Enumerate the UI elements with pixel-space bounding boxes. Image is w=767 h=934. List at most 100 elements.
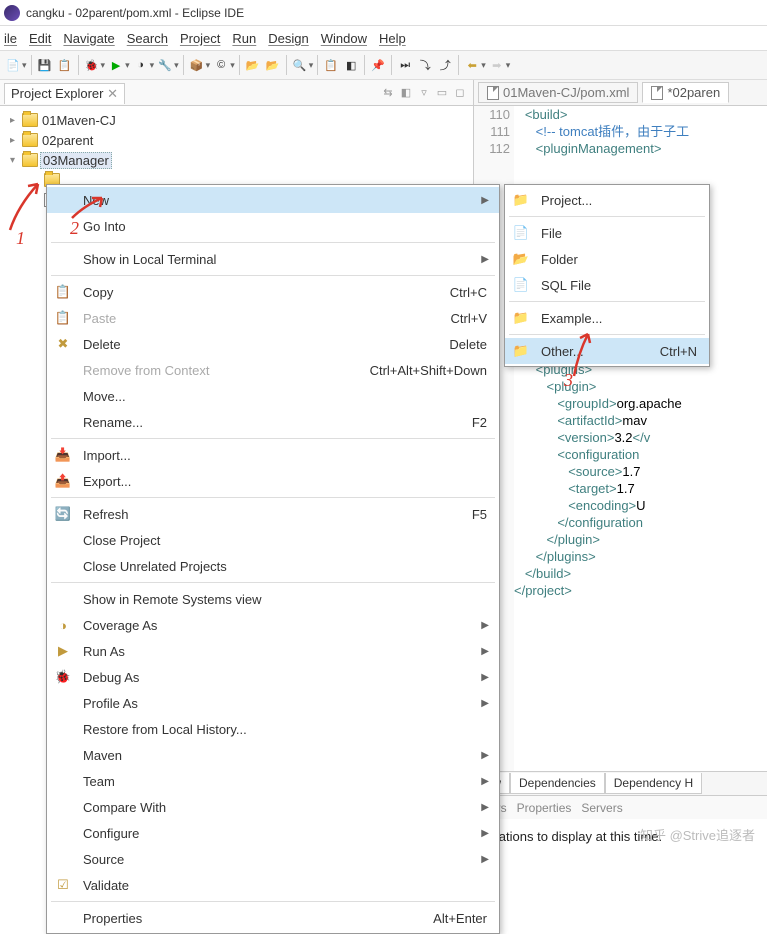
maximize-icon[interactable]: ◻ [451,84,469,102]
pin-icon[interactable]: 📌 [369,56,387,74]
save-icon[interactable]: 💾 [36,56,54,74]
menu-edit[interactable]: Edit [29,31,51,46]
new-button[interactable]: 📄 [4,56,22,74]
tree-item[interactable]: ▾ 03Manager [0,150,473,170]
menu-navigate[interactable]: Navigate [63,31,114,46]
menu-item-export-[interactable]: 📤Export... [47,468,499,494]
open-type-icon[interactable]: 📂 [244,56,262,74]
menu-item-properties[interactable]: PropertiesAlt+Enter [47,905,499,931]
menu-item-project-[interactable]: 📁Project... [505,187,709,213]
menu-item-go-into[interactable]: Go Into [47,213,499,239]
menu-item-configure[interactable]: Configure▶ [47,820,499,846]
menu-item-file[interactable]: 📄File [505,220,709,246]
menu-item-show-in-remote-systems-view[interactable]: Show in Remote Systems view [47,586,499,612]
menu-item-show-in-local-terminal[interactable]: Show in Local Terminal▶ [47,246,499,272]
menu-item-source[interactable]: Source▶ [47,846,499,872]
menu-item-close-unrelated-projects[interactable]: Close Unrelated Projects [47,553,499,579]
menu-item-profile-as[interactable]: Profile As▶ [47,690,499,716]
editor-bottom-tabs: iew Dependencies Dependency H [474,771,767,795]
menu-item-debug-as[interactable]: 🐞Debug As▶ [47,664,499,690]
editor-tab[interactable]: 01Maven-CJ/pom.xml [478,82,638,103]
menu-item-label: Delete [83,337,439,352]
file-icon: 📄 [511,225,531,241]
new-class-icon[interactable]: © [212,56,230,74]
submenu-arrow-icon: ▶ [481,672,493,683]
tree-item[interactable]: ▸ 02parent [0,130,473,150]
view-tab[interactable]: Servers [581,801,622,815]
menu-run[interactable]: Run [232,31,256,46]
context-menu-main: New▶Go IntoShow in Local Terminal▶📋CopyC… [46,184,500,934]
menu-item-example-[interactable]: 📁Example... [505,305,709,331]
menu-item-rename-[interactable]: Rename...F2 [47,409,499,435]
menu-item-label: Show in Local Terminal [83,252,471,267]
menu-item-team[interactable]: Team▶ [47,768,499,794]
menu-item-coverage-as[interactable]: ◑Coverage As▶ [47,612,499,638]
menu-item-label: Remove from Context [83,363,360,378]
bottom-tab[interactable]: Dependencies [510,773,605,794]
menu-item-label: Move... [83,389,493,404]
menu-design[interactable]: Design [268,31,308,46]
menu-item-new[interactable]: New▶ [47,187,499,213]
menu-item-copy[interactable]: 📋CopyCtrl+C [47,279,499,305]
menu-item-label: New [83,193,471,208]
editor-tab-active[interactable]: *02paren [642,82,729,103]
view-tab[interactable]: Properties [517,801,572,815]
menu-item-other-[interactable]: 📁Other...Ctrl+N [505,338,709,364]
tab-label: *02paren [667,85,720,100]
link-editor-icon[interactable]: ⇆ [379,84,397,102]
menu-item-close-project[interactable]: Close Project [47,527,499,553]
menu-item-validate[interactable]: ☑Validate [47,872,499,898]
back-icon[interactable]: ⬅ [463,56,481,74]
tab-label: 01Maven-CJ/pom.xml [503,85,629,100]
menu-help[interactable]: Help [379,31,406,46]
menu-item-delete[interactable]: ✖DeleteDelete [47,331,499,357]
focus-icon[interactable]: ◧ [397,84,415,102]
minimize-icon[interactable]: ▭ [433,84,451,102]
submenu-arrow-icon: ▶ [481,620,493,631]
run-icon[interactable]: ▶ [107,56,125,74]
menu-item-compare-with[interactable]: Compare With▶ [47,794,499,820]
menu-item-label: Team [83,774,471,789]
toggle-icon[interactable]: ◧ [342,56,360,74]
menu-search[interactable]: Search [127,31,168,46]
tree-item[interactable]: ▸ 01Maven-CJ [0,110,473,130]
menu-item-import-[interactable]: 📥Import... [47,442,499,468]
open-task-icon[interactable]: 📂 [264,56,282,74]
menu-item-label: Example... [541,311,703,326]
menu-item-accel: Delete [449,337,493,352]
submenu-arrow-icon: ▶ [481,646,493,657]
project-explorer-header: Project Explorer ✕ ⇆ ◧ ▿ ▭ ◻ [0,80,473,106]
step2-icon[interactable]: ⤴ [436,56,454,74]
menu-project[interactable]: Project [180,31,220,46]
debug-icon[interactable]: 🐞 [83,56,101,74]
menu-item-label: Coverage As [83,618,471,633]
annotation-icon[interactable]: 📋 [322,56,340,74]
coverage-icon[interactable]: ◑ [132,56,150,74]
new-package-icon[interactable]: 📦 [188,56,206,74]
step-icon[interactable]: ⤵ [416,56,434,74]
project-label: 01Maven-CJ [40,113,118,128]
file-icon [651,86,663,100]
ext-tools-icon[interactable]: 🔧 [156,56,174,74]
menu-window[interactable]: Window [321,31,367,46]
project-explorer-tab[interactable]: Project Explorer ✕ [4,83,125,104]
folder-icon: 📂 [511,251,531,267]
menu-item-label: Configure [83,826,471,841]
submenu-arrow-icon: ▶ [481,854,493,865]
fwd-icon[interactable]: ➡ [488,56,506,74]
skip-icon[interactable]: ⏭ [396,56,414,74]
save-all-icon[interactable]: 📋 [56,56,74,74]
search-icon[interactable]: 🔍 [291,56,309,74]
menu-item-maven[interactable]: Maven▶ [47,742,499,768]
menu-item-sql-file[interactable]: 📄SQL File [505,272,709,298]
menu-item-move-[interactable]: Move... [47,383,499,409]
menu-item-restore-from-local-history-[interactable]: Restore from Local History... [47,716,499,742]
bottom-tab[interactable]: Dependency H [605,773,702,794]
menu-item-folder[interactable]: 📂Folder [505,246,709,272]
menu-item-refresh[interactable]: 🔄RefreshF5 [47,501,499,527]
menu-item-label: Rename... [83,415,462,430]
menu-item-label: Restore from Local History... [83,722,493,737]
menu-file[interactable]: ile [4,31,17,46]
menu-item-run-as[interactable]: ▶Run As▶ [47,638,499,664]
menu-icon[interactable]: ▿ [415,84,433,102]
